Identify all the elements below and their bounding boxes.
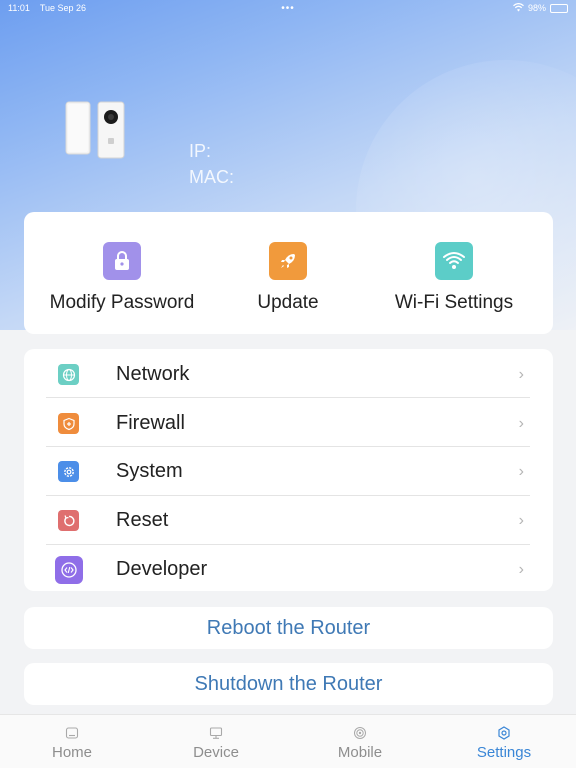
settings-icon <box>496 725 512 741</box>
tab-device[interactable]: Device <box>156 715 276 768</box>
gear-icon <box>58 461 79 482</box>
wifi-status-icon <box>513 2 524 14</box>
mac-label: MAC: <box>189 167 234 187</box>
monitor-icon <box>208 725 224 741</box>
wifi-icon <box>435 242 473 280</box>
menu-item-firewall[interactable]: Firewall › <box>46 399 530 448</box>
lock-icon <box>103 242 141 280</box>
status-date: Tue Sep 26 <box>39 3 87 13</box>
tab-label-settings: Settings <box>476 744 532 761</box>
code-icon <box>55 555 83 584</box>
tab-home[interactable]: Home <box>12 715 132 768</box>
home-icon <box>64 725 80 741</box>
menu-label-developer: Developer <box>116 558 208 580</box>
modify-password-label: Modify Password <box>49 292 195 313</box>
shutdown-button[interactable]: Shutdown the Router <box>24 663 553 705</box>
menu-item-system[interactable]: System › <box>46 447 530 496</box>
divider <box>46 397 530 398</box>
chevron-right-icon: › <box>518 365 524 383</box>
tab-bar: Home Device Mobile Settings <box>0 714 576 768</box>
menu-item-reset[interactable]: Reset › <box>46 496 530 545</box>
menu-label-firewall: Firewall <box>116 412 185 434</box>
chevron-right-icon: › <box>518 414 524 432</box>
status-bar: 11:01 Tue Sep 26 ••• 98% <box>0 0 576 16</box>
chevron-right-icon: › <box>518 462 524 480</box>
menu-item-developer[interactable]: Developer › <box>46 545 530 594</box>
ip-label: IP: <box>189 141 212 161</box>
menu-label-network: Network <box>116 363 190 385</box>
shield-icon <box>58 413 79 434</box>
quick-actions-card: Modify Password Update Wi-Fi Settings <box>24 212 553 334</box>
tab-label-mobile: Mobile <box>337 744 383 761</box>
tab-settings[interactable]: Settings <box>444 715 564 768</box>
menu-label-system: System <box>116 460 183 482</box>
globe-icon <box>58 364 79 385</box>
battery-percent: 98% <box>527 3 546 13</box>
rocket-icon <box>269 242 307 280</box>
menu-item-network[interactable]: Network › <box>46 350 530 399</box>
reboot-label: Reboot the Router <box>206 616 371 639</box>
tab-label-device: Device <box>193 744 239 761</box>
wifi-settings-button[interactable]: Wi-Fi Settings <box>354 242 554 314</box>
tab-label-home: Home <box>51 744 92 761</box>
reboot-button[interactable]: Reboot the Router <box>24 607 553 649</box>
shutdown-label: Shutdown the Router <box>194 672 383 695</box>
chevron-right-icon: › <box>518 560 524 578</box>
reset-icon <box>58 510 79 531</box>
settings-menu: Network › Firewall › System › Reset › De… <box>24 349 553 591</box>
menu-label-reset: Reset <box>116 509 169 531</box>
update-label: Update <box>257 292 319 313</box>
router-image <box>64 98 128 160</box>
battery-icon <box>550 3 568 13</box>
device-info: IP: MAC: <box>189 138 234 190</box>
tab-mobile[interactable]: Mobile <box>300 715 420 768</box>
status-time: 11:01 <box>8 3 30 13</box>
multitask-dots-icon[interactable]: ••• <box>281 3 295 14</box>
signal-icon <box>352 725 368 741</box>
wifi-settings-label: Wi-Fi Settings <box>394 292 514 313</box>
chevron-right-icon: › <box>518 511 524 529</box>
